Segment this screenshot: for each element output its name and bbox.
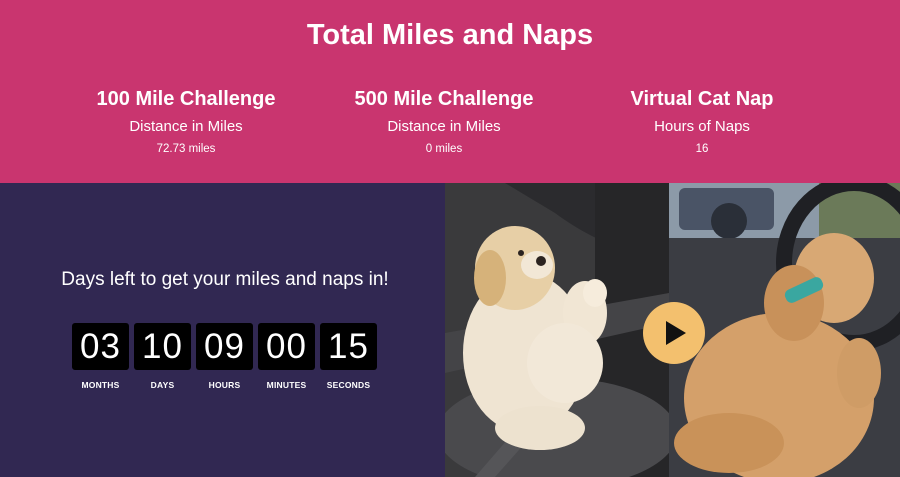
stats-banner: Total Miles and Naps 100 Mile Challenge …	[0, 0, 900, 183]
stat-subtitle: Distance in Miles	[129, 118, 243, 135]
stat-title: 100 Mile Challenge	[96, 88, 276, 110]
video-thumbnail-left	[445, 183, 669, 477]
countdown-digits: 00	[258, 323, 315, 370]
video-player[interactable]	[445, 183, 900, 477]
countdown-digits: 10	[134, 323, 191, 370]
page-title: Total Miles and Naps	[306, 19, 594, 51]
countdown-panel: Days left to get your miles and naps in!…	[0, 183, 445, 477]
countdown-months: 03 MONTHS	[72, 323, 129, 390]
stat-title: Virtual Cat Nap	[630, 88, 774, 110]
countdown-clock: 03 MONTHS 10 DAYS 09 HOURS 00 MINUTES 15…	[72, 323, 377, 390]
countdown-days: 10 DAYS	[134, 323, 191, 390]
stat-subtitle: Distance in Miles	[387, 118, 501, 135]
countdown-label: SECONDS	[326, 380, 371, 390]
countdown-label: HOURS	[208, 380, 241, 390]
stat-virtual-cat-nap: Virtual Cat Nap Hours of Naps 16	[572, 86, 832, 156]
countdown-seconds: 15 SECONDS	[320, 323, 377, 390]
countdown-minutes: 00 MINUTES	[258, 323, 315, 390]
play-icon	[666, 321, 686, 345]
stat-title: 500 Mile Challenge	[354, 88, 534, 110]
countdown-label: MINUTES	[266, 380, 307, 390]
stat-500-mile-challenge: 500 Mile Challenge Distance in Miles 0 m…	[314, 86, 574, 156]
stat-value: 16	[695, 143, 709, 155]
stat-100-mile-challenge: 100 Mile Challenge Distance in Miles 72.…	[56, 86, 316, 156]
stat-value: 72.73 miles	[156, 143, 216, 155]
countdown-digits: 09	[196, 323, 253, 370]
countdown-label: DAYS	[150, 380, 175, 390]
play-button[interactable]	[643, 302, 705, 364]
countdown-digits: 03	[72, 323, 129, 370]
countdown-hours: 09 HOURS	[196, 323, 253, 390]
countdown-heading: Days left to get your miles and naps in!	[61, 269, 389, 290]
stat-value: 0 miles	[425, 143, 463, 155]
countdown-label: MONTHS	[81, 380, 120, 390]
countdown-digits: 15	[320, 323, 377, 370]
stat-subtitle: Hours of Naps	[654, 118, 750, 135]
